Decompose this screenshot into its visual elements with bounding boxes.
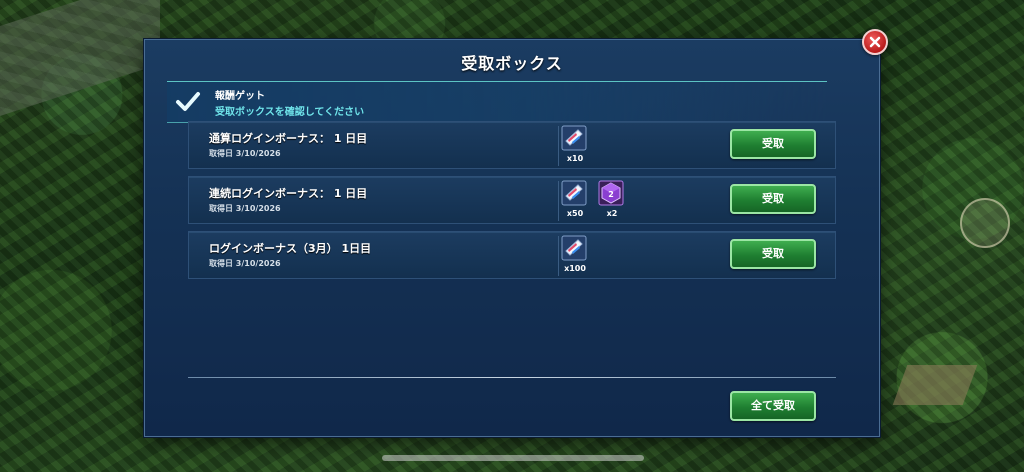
item-count: x10 — [566, 154, 584, 163]
banner-subtitle: 受取ボックスを確認してください — [215, 107, 365, 118]
map-joystick-ring[interactable] — [960, 198, 1010, 248]
reward-title: 連続ログインボーナス： 1 日目 — [209, 187, 368, 200]
home-indicator[interactable] — [382, 455, 644, 461]
receive-box-dialog: 受取ボックス 報酬ゲット 受取ボックスを確認してください 通算ログインボーナス：… — [144, 39, 880, 437]
reward-row: 通算ログインボーナス： 1 日目 取得日 3/10/2026 x10 受取 — [188, 121, 836, 169]
purple-die-icon: 2 — [598, 180, 624, 206]
ticket-icon — [561, 180, 587, 206]
reward-date: 取得日 3/10/2026 — [209, 259, 281, 268]
banner-title: 報酬ゲット — [215, 91, 265, 102]
item-count: x50 — [566, 209, 584, 218]
close-icon — [869, 36, 881, 48]
dialog-title: 受取ボックス — [461, 54, 563, 73]
reward-row: ログインボーナス（3月） 1日目 取得日 3/10/2026 x100 受取 — [188, 231, 836, 279]
close-button[interactable] — [862, 29, 888, 55]
reward-item: x10 — [559, 125, 591, 165]
claim-all-button[interactable]: 全て受取 — [730, 391, 816, 421]
ticket-icon — [561, 125, 587, 151]
reward-item: x50 — [559, 180, 591, 220]
item-count: x100 — [564, 264, 586, 273]
reward-date: 取得日 3/10/2026 — [209, 204, 281, 213]
item-count: x2 — [606, 209, 618, 218]
claim-button[interactable]: 受取 — [730, 239, 816, 269]
reward-item: 2 x2 — [596, 180, 628, 220]
dirt-patch — [892, 365, 978, 405]
reward-title: ログインボーナス（3月） 1日目 — [209, 242, 372, 255]
reward-item: x100 — [559, 235, 591, 275]
claim-button[interactable]: 受取 — [730, 184, 816, 214]
svg-text:2: 2 — [608, 190, 614, 199]
reward-row: 連続ログインボーナス： 1 日目 取得日 3/10/2026 x50 2 x2 … — [188, 176, 836, 224]
reward-banner: 報酬ゲット 受取ボックスを確認してください — [167, 81, 827, 123]
check-icon — [176, 92, 200, 111]
claim-button[interactable]: 受取 — [730, 129, 816, 159]
reward-date: 取得日 3/10/2026 — [209, 149, 281, 158]
footer-divider — [188, 377, 836, 378]
ticket-icon — [561, 235, 587, 261]
reward-title: 通算ログインボーナス： 1 日目 — [209, 132, 368, 145]
